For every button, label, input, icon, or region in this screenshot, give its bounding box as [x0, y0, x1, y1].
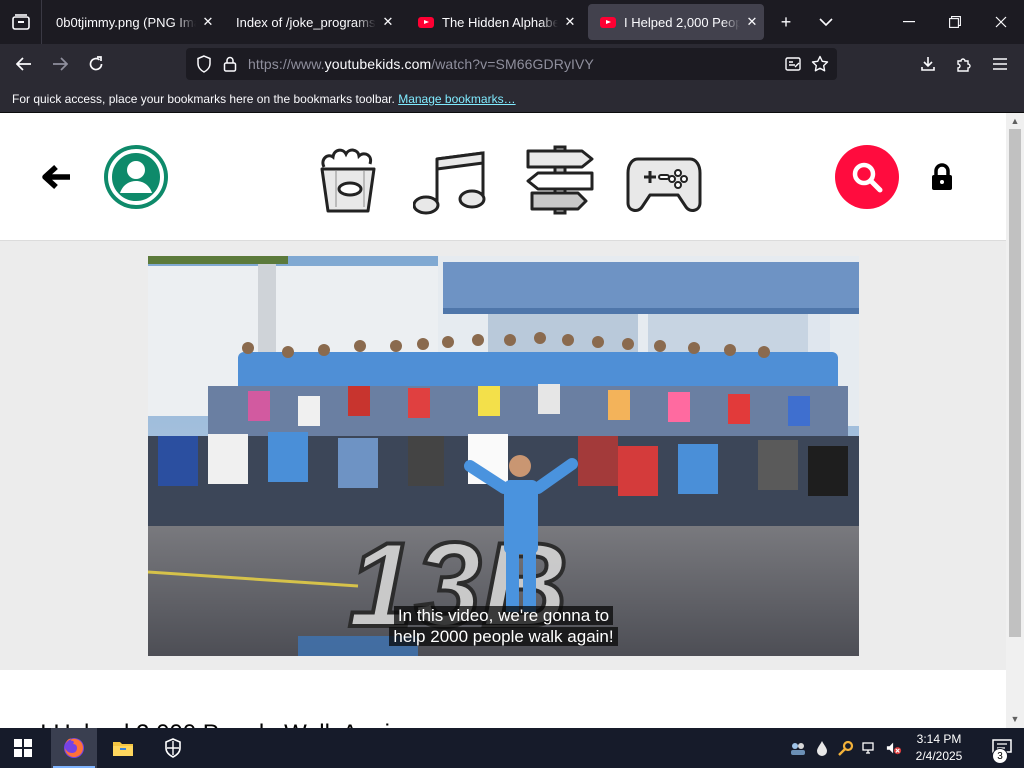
youtube-icon	[600, 16, 616, 28]
downloads-button[interactable]	[913, 49, 943, 79]
url-prefix: https://www.	[248, 56, 325, 72]
bookmarks-toolbar: For quick access, place your bookmarks h…	[0, 84, 1024, 113]
scrollbar-thumb[interactable]	[1009, 129, 1021, 637]
page-scrollbar[interactable]: ▲ ▼	[1006, 113, 1024, 728]
video-title: I Helped 2,000 People Walk Again	[40, 720, 403, 728]
reload-icon	[89, 56, 103, 71]
file-explorer-icon	[113, 742, 133, 756]
url-text[interactable]: https://www.youtubekids.com/watch?v=SM66…	[248, 56, 594, 72]
youtube-kids-page: 13B In this video, we're gonna to help 2…	[0, 113, 1006, 728]
search-icon	[852, 162, 883, 193]
droplet-tray-icon[interactable]	[814, 740, 830, 756]
firefox-view-button[interactable]	[0, 0, 42, 44]
windows-start-icon	[14, 739, 32, 757]
manage-bookmarks-link[interactable]: Manage bookmarks…	[398, 92, 515, 106]
tab-close-icon[interactable]: ✕	[376, 14, 400, 30]
arrow-right-icon	[53, 57, 68, 71]
url-host: youtubekids.com	[324, 56, 432, 72]
parent-lock-icon[interactable]	[930, 163, 954, 191]
url-bar[interactable]: https://www.youtubekids.com/watch?v=SM66…	[186, 48, 837, 80]
tab-title: 0b0tjimmy.png (PNG Image	[56, 14, 196, 30]
restore-button[interactable]	[932, 0, 978, 44]
reader-view-icon[interactable]	[783, 54, 803, 74]
list-all-tabs-button[interactable]	[812, 8, 840, 36]
tab-i-helped-2000-people[interactable]: I Helped 2,000 People Walk ✕	[588, 4, 764, 40]
minimize-icon	[903, 21, 915, 23]
tab-title: Index of /joke_programs_fo	[236, 14, 376, 30]
close-window-button[interactable]	[978, 0, 1024, 44]
tab-bar: 0b0tjimmy.png (PNG Image ✕ Index of /jok…	[0, 0, 1024, 44]
bookmark-star-icon[interactable]	[810, 54, 830, 74]
arrow-left-icon	[16, 57, 31, 71]
taskbar-firefox[interactable]	[51, 728, 97, 768]
caption-text-2: help 2000 people walk again!	[389, 627, 618, 646]
notification-count-badge: 3	[992, 748, 1008, 764]
caption-line-1: In this video, we're gonna to	[148, 606, 859, 626]
clock-date: 2/4/2025	[915, 749, 963, 763]
people-tray-icon[interactable]	[790, 740, 806, 756]
tab-close-icon[interactable]: ✕	[196, 14, 220, 30]
youtube-icon	[418, 16, 434, 28]
chevron-down-icon	[819, 18, 833, 27]
explore-signpost-icon[interactable]	[522, 145, 598, 215]
tab-close-icon[interactable]: ✕	[558, 14, 582, 30]
video-player[interactable]: 13B In this video, we're gonna to help 2…	[148, 256, 859, 656]
tab-title: I Helped 2,000 People Walk	[624, 14, 740, 30]
navigation-toolbar: https://www.youtubekids.com/watch?v=SM66…	[0, 44, 1024, 84]
video-frame: 13B	[148, 256, 859, 656]
caption-text-1: In this video, we're gonna to	[393, 606, 614, 625]
tab-index-joke-programs[interactable]: Index of /joke_programs_fo ✕	[224, 4, 400, 40]
hamburger-menu-icon	[993, 58, 1007, 70]
network-tray-icon[interactable]	[862, 740, 878, 756]
reload-button[interactable]	[81, 49, 111, 79]
puzzle-icon	[957, 58, 971, 72]
url-path: /watch?v=SM66GDRyIVY	[431, 56, 594, 72]
back-button[interactable]	[9, 49, 39, 79]
shows-popcorn-icon[interactable]	[312, 145, 388, 215]
start-button[interactable]	[0, 728, 46, 768]
restore-icon	[949, 16, 961, 28]
security-shield-icon	[165, 738, 181, 758]
tab-close-icon[interactable]: ✕	[740, 14, 764, 30]
clock-time: 3:14 PM	[916, 732, 962, 746]
gaming-controller-icon[interactable]	[626, 145, 702, 215]
kids-header	[0, 113, 1006, 241]
download-icon	[921, 57, 935, 71]
taskbar-security[interactable]	[150, 728, 196, 768]
new-tab-button[interactable]: +	[772, 8, 800, 36]
tab-png-image[interactable]: 0b0tjimmy.png (PNG Image ✕	[44, 4, 220, 40]
firefox-view-icon	[11, 14, 30, 30]
lock-icon[interactable]	[220, 54, 240, 74]
tracking-protection-shield-icon[interactable]	[194, 54, 214, 74]
scroll-down-arrow-icon[interactable]: ▼	[1009, 713, 1021, 725]
video-info-section: I Helped 2,000 People Walk Again	[0, 670, 1006, 728]
minimize-button[interactable]	[886, 0, 932, 44]
firefox-icon	[64, 738, 84, 758]
caption-line-2: help 2000 people walk again!	[148, 627, 859, 647]
music-note-icon[interactable]	[413, 145, 489, 215]
search-key-tray-icon[interactable]	[838, 740, 854, 756]
bookmarks-hint-text: For quick access, place your bookmarks h…	[12, 92, 395, 106]
volume-muted-tray-icon[interactable]	[886, 740, 902, 756]
tab-hidden-alphabet[interactable]: The Hidden Alphabet | Nu ✕	[406, 4, 582, 40]
profile-avatar-button[interactable]	[104, 145, 168, 209]
app-menu-button[interactable]	[985, 49, 1015, 79]
scroll-up-arrow-icon[interactable]: ▲	[1009, 115, 1021, 127]
tab-title: The Hidden Alphabet | Nu	[442, 14, 558, 30]
search-button[interactable]	[835, 145, 899, 209]
close-icon	[995, 16, 1007, 28]
extensions-button[interactable]	[949, 49, 979, 79]
back-arrow-icon[interactable]	[40, 161, 72, 193]
taskbar-clock[interactable]: 3:14 PM 2/4/2025	[908, 731, 970, 765]
forward-button[interactable]	[45, 49, 75, 79]
taskbar-file-explorer[interactable]	[100, 728, 146, 768]
windows-taskbar: 3:14 PM 2/4/2025 3	[0, 728, 1024, 768]
user-avatar-icon	[108, 149, 164, 205]
